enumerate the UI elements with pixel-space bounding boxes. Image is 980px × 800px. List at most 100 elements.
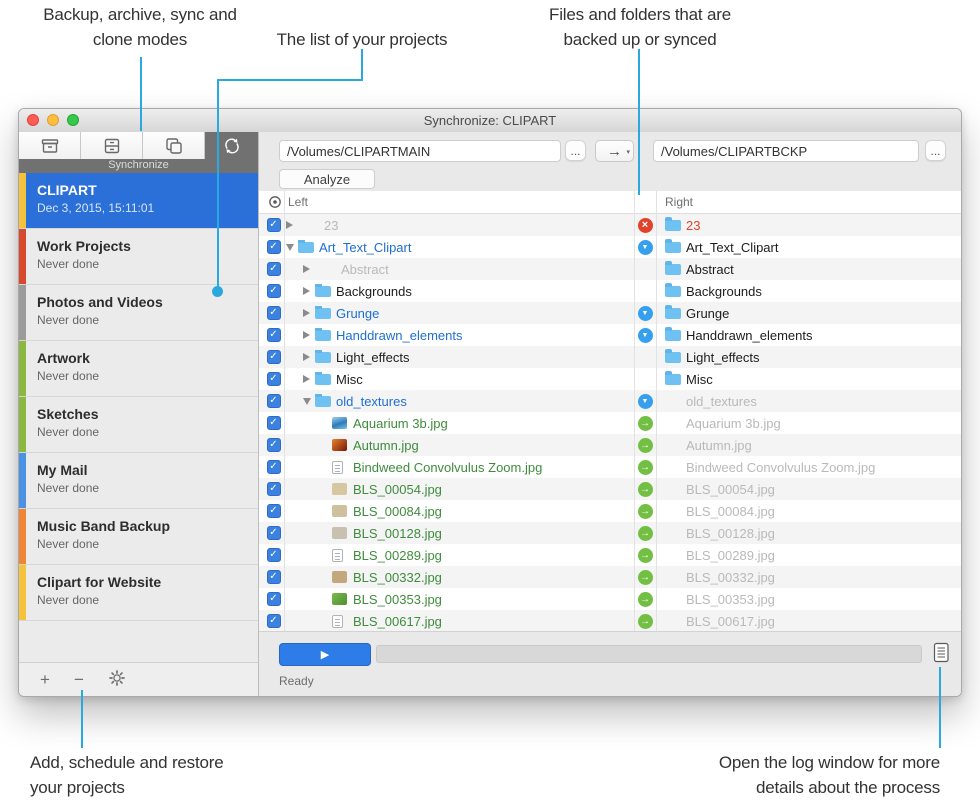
file-row[interactable]: ✓Handdrawn_elements▼Handdrawn_elements bbox=[259, 324, 961, 346]
sync-arrows-icon bbox=[221, 135, 243, 157]
file-row[interactable]: ✓Aquarium 3b.jpg→Aquarium 3b.jpg bbox=[259, 412, 961, 434]
row-checkbox[interactable]: ✓ bbox=[267, 328, 281, 342]
project-row[interactable]: Work ProjectsNever done bbox=[19, 229, 258, 285]
row-checkbox[interactable]: ✓ bbox=[267, 548, 281, 562]
file-name-left: Misc bbox=[336, 372, 363, 387]
row-checkbox[interactable]: ✓ bbox=[267, 284, 281, 298]
source-path-field[interactable] bbox=[279, 140, 561, 162]
clone-mode-tab[interactable] bbox=[143, 132, 205, 159]
file-name-right: BLS_00054.jpg bbox=[686, 482, 775, 497]
row-checkbox[interactable]: ✓ bbox=[267, 262, 281, 276]
open-log-button[interactable] bbox=[930, 641, 952, 667]
project-name: Clipart for Website bbox=[37, 574, 258, 590]
project-name: My Mail bbox=[37, 462, 258, 478]
browse-destination-button[interactable]: ... bbox=[925, 140, 946, 161]
disclosure-triangle[interactable] bbox=[303, 353, 310, 361]
disclosure-triangle[interactable] bbox=[303, 375, 310, 383]
backup-mode-tab[interactable] bbox=[19, 132, 81, 159]
project-color-stripe bbox=[19, 565, 26, 620]
row-checkbox[interactable]: ✓ bbox=[267, 350, 281, 364]
archive-drawers-icon bbox=[101, 135, 123, 157]
row-checkbox[interactable]: ✓ bbox=[267, 416, 281, 430]
file-row[interactable]: ✓BLS_00353.jpg→BLS_00353.jpg bbox=[259, 588, 961, 610]
project-list: CLIPARTDec 3, 2015, 15:11:01Work Project… bbox=[19, 173, 258, 621]
row-checkbox[interactable]: ✓ bbox=[267, 218, 281, 232]
synchronize-mode-tab[interactable] bbox=[205, 132, 258, 159]
disclosure-triangle[interactable] bbox=[303, 265, 310, 273]
project-row[interactable]: CLIPARTDec 3, 2015, 15:11:01 bbox=[19, 173, 258, 229]
disclosure-triangle[interactable] bbox=[303, 331, 310, 339]
row-checkbox[interactable]: ✓ bbox=[267, 526, 281, 540]
file-row[interactable]: ✓BackgroundsBackgrounds bbox=[259, 280, 961, 302]
file-row[interactable]: ✓BLS_00128.jpg→BLS_00128.jpg bbox=[259, 522, 961, 544]
row-checkbox[interactable]: ✓ bbox=[267, 614, 281, 628]
project-row[interactable]: ArtworkNever done bbox=[19, 341, 258, 397]
file-row[interactable]: ✓BLS_00332.jpg→BLS_00332.jpg bbox=[259, 566, 961, 588]
image-thumbnail-icon bbox=[332, 483, 347, 495]
row-checkbox[interactable]: ✓ bbox=[267, 570, 281, 584]
annotation-line-text: Open the log window for more bbox=[640, 750, 940, 775]
file-row[interactable]: ✓23×23 bbox=[259, 214, 961, 236]
file-row[interactable]: ✓BLS_00084.jpg→BLS_00084.jpg bbox=[259, 500, 961, 522]
disclosure-triangle[interactable] bbox=[286, 221, 293, 229]
disclosure-triangle[interactable] bbox=[303, 398, 311, 405]
file-name-right: BLS_00617.jpg bbox=[686, 614, 775, 629]
file-row[interactable]: ✓MiscMisc bbox=[259, 368, 961, 390]
add-project-button[interactable]: + bbox=[40, 671, 50, 688]
column-divider bbox=[634, 191, 635, 631]
callout-line-files bbox=[638, 49, 640, 195]
row-checkbox[interactable]: ✓ bbox=[267, 504, 281, 518]
project-row[interactable]: Clipart for WebsiteNever done bbox=[19, 565, 258, 621]
sync-direction-button[interactable]: →▾ bbox=[595, 140, 634, 162]
project-status: Never done bbox=[37, 425, 258, 439]
row-checkbox[interactable]: ✓ bbox=[267, 240, 281, 254]
row-checkbox[interactable]: ✓ bbox=[267, 460, 281, 474]
file-row[interactable]: ✓Art_Text_Clipart▼Art_Text_Clipart bbox=[259, 236, 961, 258]
project-row[interactable]: My MailNever done bbox=[19, 453, 258, 509]
sidebar: Synchronize CLIPARTDec 3, 2015, 15:11:01… bbox=[19, 132, 259, 696]
project-row[interactable]: SketchesNever done bbox=[19, 397, 258, 453]
file-name-left: BLS_00617.jpg bbox=[353, 614, 442, 629]
row-checkbox[interactable]: ✓ bbox=[267, 372, 281, 386]
destination-path-field[interactable] bbox=[653, 140, 919, 162]
file-row[interactable]: ✓Autumn.jpg→Autumn.jpg bbox=[259, 434, 961, 456]
status-update-icon: ▼ bbox=[638, 328, 653, 343]
image-thumbnail-icon bbox=[332, 505, 347, 517]
file-name-left: Grunge bbox=[336, 306, 379, 321]
file-name-right: BLS_00332.jpg bbox=[686, 570, 775, 585]
disclosure-triangle[interactable] bbox=[286, 244, 294, 251]
annotation-add-schedule: Add, schedule and restoreyour projects bbox=[30, 750, 290, 800]
row-checkbox[interactable]: ✓ bbox=[267, 394, 281, 408]
row-checkbox[interactable]: ✓ bbox=[267, 438, 281, 452]
file-row[interactable]: ✓BLS_00054.jpg→BLS_00054.jpg bbox=[259, 478, 961, 500]
row-checkbox[interactable]: ✓ bbox=[267, 306, 281, 320]
disclosure-triangle[interactable] bbox=[303, 309, 310, 317]
file-row[interactable]: ✓Light_effectsLight_effects bbox=[259, 346, 961, 368]
file-name-left: BLS_00128.jpg bbox=[353, 526, 442, 541]
file-name-left: Autumn.jpg bbox=[353, 438, 419, 453]
project-settings-button[interactable] bbox=[108, 669, 126, 690]
table-header: Left Right bbox=[259, 191, 961, 214]
archive-mode-tab[interactable] bbox=[81, 132, 143, 159]
file-name-right: 23 bbox=[686, 218, 700, 233]
row-checkbox[interactable]: ✓ bbox=[267, 592, 281, 606]
annotation-line-text: backed up or synced bbox=[530, 27, 750, 52]
file-row[interactable]: ✓Bindweed Convolvulus Zoom.jpg→Bindweed … bbox=[259, 456, 961, 478]
title-bar[interactable]: Synchronize: CLIPART bbox=[19, 109, 961, 133]
file-row[interactable]: ✓old_textures▼old_textures bbox=[259, 390, 961, 412]
remove-project-button[interactable]: − bbox=[74, 671, 84, 688]
file-name-right: Grunge bbox=[686, 306, 729, 321]
start-sync-button[interactable]: ▶ bbox=[279, 643, 371, 666]
file-name-left: Bindweed Convolvulus Zoom.jpg bbox=[353, 460, 542, 475]
browse-source-button[interactable]: ... bbox=[565, 140, 586, 161]
row-checkbox[interactable]: ✓ bbox=[267, 482, 281, 496]
file-row[interactable]: ✓BLS_00617.jpg→BLS_00617.jpg bbox=[259, 610, 961, 632]
file-row[interactable]: ✓AbstractAbstract bbox=[259, 258, 961, 280]
analyze-button[interactable]: Analyze bbox=[279, 169, 375, 189]
disclosure-triangle[interactable] bbox=[303, 287, 310, 295]
project-row[interactable]: Music Band BackupNever done bbox=[19, 509, 258, 565]
file-row[interactable]: ✓BLS_00289.jpg→BLS_00289.jpg bbox=[259, 544, 961, 566]
image-thumbnail-icon bbox=[332, 593, 347, 605]
file-row[interactable]: ✓Grunge▼Grunge bbox=[259, 302, 961, 324]
main-panel: ... →▾ ... Analyze Left bbox=[259, 132, 961, 696]
